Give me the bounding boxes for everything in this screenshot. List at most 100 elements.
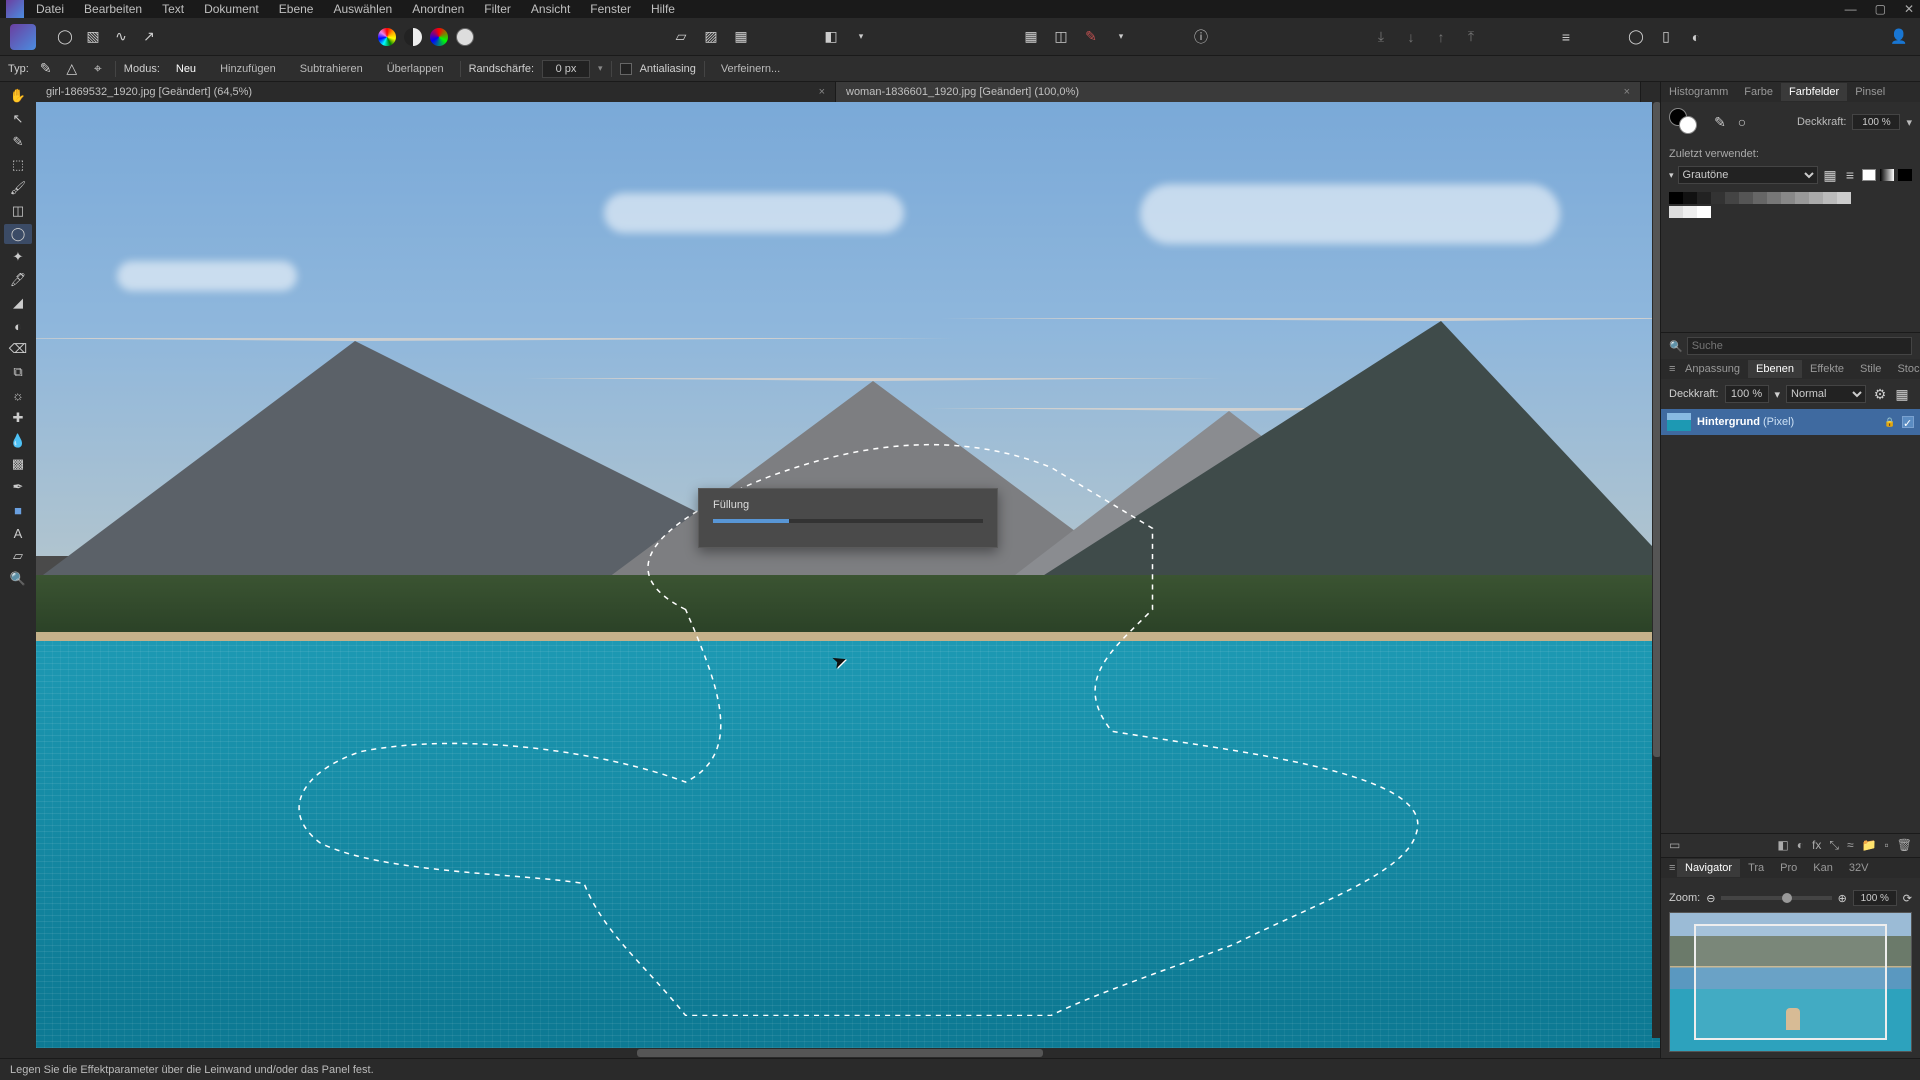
paint-brush-tool-icon[interactable]: 🖊 (4, 270, 32, 290)
tab-navigator[interactable]: Navigator (1677, 859, 1740, 877)
tab-effekte[interactable]: Effekte (1802, 360, 1852, 378)
adjustment-icon[interactable]: ◐ (1797, 838, 1804, 853)
tab-histogramm[interactable]: Histogramm (1661, 83, 1736, 101)
persona-develop-icon[interactable]: ∿ (110, 26, 132, 48)
layer-row[interactable]: Hintergrund (Pixel) 🔒 ✓ (1661, 409, 1920, 435)
swatch-gradient-icon[interactable] (1880, 169, 1894, 181)
menu-datei[interactable]: Datei (36, 2, 64, 16)
swatch[interactable] (1837, 192, 1851, 204)
fx-icon[interactable]: fx (1812, 838, 1821, 853)
dodge-tool-icon[interactable]: ☼ (4, 385, 32, 405)
minimize-button[interactable]: — (1845, 2, 1857, 16)
tab-close-icon[interactable]: × (811, 86, 825, 98)
swatch-set-caret-icon[interactable]: ▾ (1669, 170, 1674, 181)
crop-tool-icon[interactable]: ⬚ (4, 155, 32, 175)
move-tool-icon[interactable]: ↖ (4, 109, 32, 129)
menu-anordnen[interactable]: Anordnen (412, 2, 464, 16)
selection-brush-tool-icon[interactable]: 🖌 (4, 178, 32, 198)
hand-tool-icon[interactable]: ✋ (4, 86, 32, 106)
menu-ansicht[interactable]: Ansicht (531, 2, 570, 16)
menu-text[interactable]: Text (162, 2, 184, 16)
tab-farbfelder[interactable]: Farbfelder (1781, 83, 1847, 101)
opacity-dropdown-icon[interactable]: ▾ (1906, 116, 1912, 129)
marquee-tool-icon[interactable]: ◫ (4, 201, 32, 221)
mask-icon[interactable]: ◧ (1777, 838, 1788, 853)
grid-icon[interactable]: ▦ (1020, 26, 1042, 48)
tab-kan[interactable]: Kan (1805, 859, 1841, 877)
quick-mask-icon[interactable]: ◧ (820, 26, 842, 48)
swatch[interactable] (1739, 192, 1753, 204)
layer-visibility-checkbox[interactable]: ✓ (1902, 416, 1914, 428)
folder-icon[interactable]: 📁 (1862, 838, 1877, 853)
panel-menu-icon[interactable]: ≡ (1661, 859, 1677, 877)
live-filter-icon[interactable]: ≈ (1847, 838, 1854, 853)
mode-subtract[interactable]: Subtrahieren (292, 61, 371, 77)
tab-stock[interactable]: Stock (1889, 360, 1920, 378)
no-color-icon[interactable]: ○ (1731, 111, 1753, 133)
clone-tool-icon[interactable]: ⧉ (4, 362, 32, 382)
crop-layer-icon[interactable]: ⤡ (1829, 838, 1839, 853)
menu-filter[interactable]: Filter (484, 2, 511, 16)
antialias-checkbox[interactable] (620, 63, 632, 75)
color-format-icon[interactable] (378, 28, 396, 46)
menu-dokument[interactable]: Dokument (204, 2, 259, 16)
swatch-opacity-input[interactable] (1852, 114, 1900, 130)
erase-tool-icon[interactable]: ⌫ (4, 339, 32, 359)
swatch[interactable] (1823, 192, 1837, 204)
color-picker-tool-icon[interactable]: ✎ (4, 132, 32, 152)
feather-dropdown-icon[interactable]: ▾ (598, 63, 603, 74)
swatch[interactable] (1725, 192, 1739, 204)
swatch[interactable] (1669, 192, 1683, 204)
healing-tool-icon[interactable]: ✚ (4, 408, 32, 428)
maximize-button[interactable]: ▢ (1875, 2, 1886, 16)
layer-settings-icon[interactable]: ⚙ (1872, 383, 1888, 405)
panel-menu-icon[interactable]: ≡ (1661, 360, 1677, 378)
zoom-slider[interactable] (1721, 896, 1831, 900)
perspective-tool-icon[interactable]: ▱ (4, 546, 32, 566)
layer-more-icon[interactable]: ▦ (1894, 383, 1910, 405)
menu-ebene[interactable]: Ebene (279, 2, 314, 16)
fill-tool-icon[interactable]: ◢ (4, 293, 32, 313)
zoom-tool-icon[interactable]: 🔍 (4, 569, 32, 589)
blur-tool-icon[interactable]: 💧 (4, 431, 32, 451)
document-tab-2[interactable]: woman-1836601_1920.jpg [Geändert] (100,0… (836, 82, 1641, 102)
align-icon[interactable]: ≡ (1555, 26, 1577, 48)
tab-ebenen[interactable]: Ebenen (1748, 360, 1802, 378)
selection-dashed-icon[interactable]: ▱ (670, 26, 692, 48)
pen-tool-icon[interactable]: ✒ (4, 477, 32, 497)
persona-photo-icon[interactable]: ◯ (54, 26, 76, 48)
layer-lock-icon[interactable]: 🔒 (1884, 416, 1896, 428)
autoselect-icon[interactable]: ▦ (730, 26, 752, 48)
magnetic-select-icon[interactable]: ⌖ (89, 60, 107, 78)
delete-layer-icon[interactable]: 🗑 (1897, 838, 1912, 853)
app-icon[interactable] (10, 24, 36, 50)
account-icon[interactable]: 👤 (1888, 26, 1910, 48)
search-input[interactable] (1687, 337, 1912, 355)
swatch[interactable] (1781, 192, 1795, 204)
canvas[interactable]: Füllung ➤ (36, 102, 1660, 1048)
swatch[interactable] (1767, 192, 1781, 204)
tab-tra[interactable]: Tra (1740, 859, 1772, 877)
flood-select-tool-icon[interactable]: ✦ (4, 247, 32, 267)
persona-export-icon[interactable]: ↗ (138, 26, 160, 48)
menu-auswaehlen[interactable]: Auswählen (333, 2, 392, 16)
layer-opacity-dropdown-icon[interactable]: ▾ (1775, 388, 1781, 401)
swatch-set-select[interactable]: Grautöne (1678, 166, 1818, 184)
polygon-select-icon[interactable]: △ (63, 60, 81, 78)
stack-icon[interactable]: ▯ (1655, 26, 1677, 48)
swatch[interactable] (1795, 192, 1809, 204)
swatch-options-icon[interactable]: ≡ (1842, 164, 1858, 186)
swatch[interactable] (1711, 192, 1725, 204)
document-tab-1[interactable]: girl-1869532_1920.jpg [Geändert] (64,5%)… (36, 82, 836, 102)
eyedropper-icon[interactable]: ✎ (1709, 111, 1731, 133)
vertical-scrollbar[interactable] (1652, 102, 1660, 1038)
fg-bg-color-circles[interactable] (1669, 108, 1701, 136)
plain-circle-icon[interactable] (456, 28, 474, 46)
swatch-grid-icon[interactable]: ▦ (1822, 164, 1838, 186)
blend-mode-select[interactable]: Normal (1786, 385, 1866, 403)
assistant-icon[interactable]: ✎ (1080, 26, 1102, 48)
swatch[interactable] (1683, 192, 1697, 204)
mode-new[interactable]: Neu (168, 61, 204, 77)
close-button[interactable]: ✕ (1904, 2, 1914, 16)
tab-32v[interactable]: 32V (1841, 859, 1877, 877)
